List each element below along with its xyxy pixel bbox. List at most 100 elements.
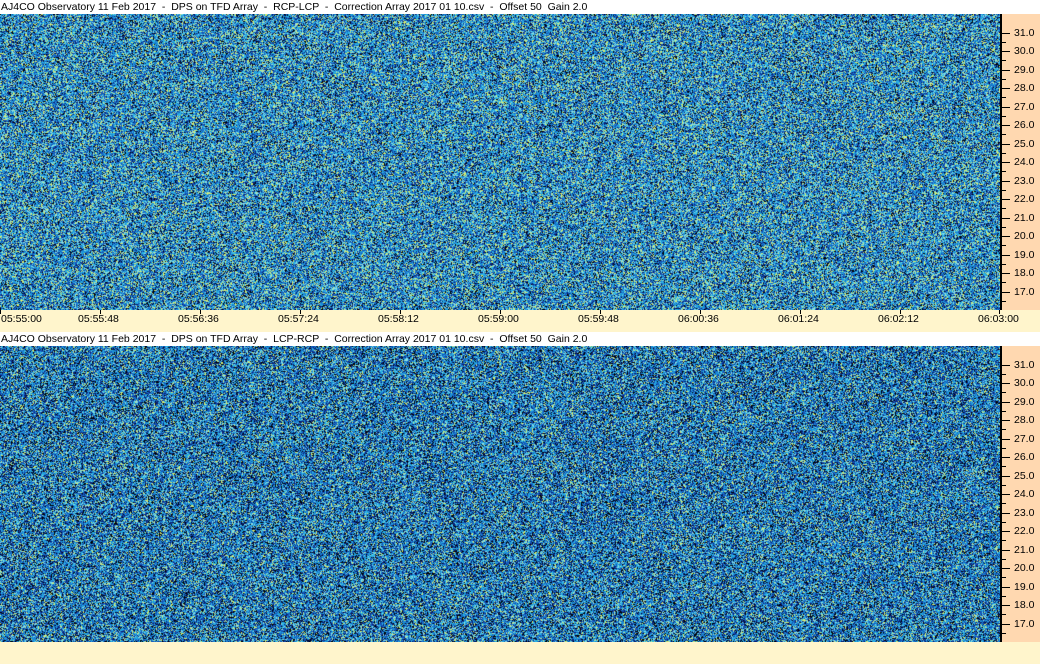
y-tick-label: 20.0 xyxy=(1014,230,1035,242)
y-minor-tick xyxy=(1002,558,1006,560)
y-tick-mark xyxy=(1002,438,1010,440)
y-tick-label: 19.0 xyxy=(1014,248,1035,261)
y-tick-mark xyxy=(1002,457,1010,458)
y-tick-label: 31.0 xyxy=(1014,358,1035,371)
y-tick-label: 28.0 xyxy=(1014,414,1035,426)
y-minor-tick xyxy=(1002,263,1006,265)
y-tick-mark xyxy=(1002,199,1010,200)
y-tick-label: 29.0 xyxy=(1014,63,1035,76)
y-minor-tick xyxy=(1002,614,1006,616)
y-tick-mark xyxy=(1002,162,1010,163)
x-tick-label: 06:01:24 xyxy=(778,313,819,325)
y-minor-tick xyxy=(1002,392,1006,394)
y-minor-tick xyxy=(1002,134,1006,136)
x-tick-label: 05:56:36 xyxy=(178,313,219,325)
y-minor-tick xyxy=(1002,78,1006,80)
x-tick-label: 06:00:36 xyxy=(678,313,719,325)
y-tick-mark xyxy=(1002,125,1010,126)
y-minor-tick xyxy=(1002,189,1006,191)
y-tick-label: 23.0 xyxy=(1014,174,1035,187)
y-minor-tick xyxy=(1002,447,1006,449)
y-tick-label: 19.0 xyxy=(1014,580,1035,593)
y-minor-tick xyxy=(1002,521,1006,523)
y-tick-label: 28.0 xyxy=(1014,82,1035,94)
y-tick-label: 27.0 xyxy=(1014,432,1035,445)
y-minor-tick xyxy=(1002,245,1006,247)
y-minor-tick xyxy=(1002,632,1006,634)
y-tick-mark xyxy=(1002,88,1010,89)
y-minor-tick xyxy=(1002,466,1006,468)
y-tick-mark xyxy=(1002,180,1010,182)
y-tick-label: 23.0 xyxy=(1014,506,1035,519)
x-tick-label: 05:59:48 xyxy=(578,313,619,325)
y-tick-mark xyxy=(1002,401,1010,403)
y-tick-label: 30.0 xyxy=(1014,45,1035,57)
y-tick-mark xyxy=(1002,291,1010,293)
y-tick-mark xyxy=(1002,586,1010,588)
x-tick-label: 05:55:00 xyxy=(1,313,42,325)
y-tick-label: 27.0 xyxy=(1014,100,1035,113)
spectrogram-rcp-lcp[interactable] xyxy=(0,14,1000,310)
y-minor-tick xyxy=(1002,41,1006,43)
y-minor-tick xyxy=(1002,208,1006,210)
y-tick-label: 22.0 xyxy=(1014,525,1035,537)
y-tick-mark xyxy=(1002,549,1010,551)
y-tick-label: 24.0 xyxy=(1014,488,1035,500)
y-tick-label: 21.0 xyxy=(1014,543,1035,556)
y-tick-mark xyxy=(1002,475,1010,477)
y-axis-1: 31.0 30.0 29.0 28.0 27.0 26.0 25.0 24.0 23.0 22.0… xyxy=(1000,14,1040,310)
y-minor-tick xyxy=(1002,577,1006,579)
y-minor-tick xyxy=(1002,152,1006,154)
y-minor-tick xyxy=(1002,503,1006,505)
y-tick-mark xyxy=(1002,364,1010,366)
x-tick-label: 05:55:48 xyxy=(78,313,119,325)
x-tick-label: 05:58:12 xyxy=(378,313,419,325)
y-tick-label: 29.0 xyxy=(1014,395,1035,408)
y-tick-mark xyxy=(1002,512,1010,514)
y-minor-tick xyxy=(1002,300,1006,302)
y-tick-mark xyxy=(1002,605,1010,606)
y-tick-mark xyxy=(1002,383,1010,384)
y-minor-tick xyxy=(1002,60,1006,62)
y-axis-2: 31.0 30.0 29.0 28.0 27.0 26.0 25.0 24.0 23.0 22.0… xyxy=(1000,346,1040,642)
y-minor-tick xyxy=(1002,429,1006,431)
y-minor-tick xyxy=(1002,115,1006,117)
y-minor-tick xyxy=(1002,410,1006,412)
x-tick-label: 05:59:00 xyxy=(478,313,519,325)
y-tick-label: 26.0 xyxy=(1014,451,1035,463)
y-tick-label: 30.0 xyxy=(1014,377,1035,389)
x-axis-time: 05:55:00 05:55:48 05:56:36 05:57:24 05:58:12… xyxy=(0,310,1040,328)
x-tick-label: 05:57:24 xyxy=(278,313,319,325)
y-tick-label: 18.0 xyxy=(1014,599,1035,611)
y-tick-mark xyxy=(1002,236,1010,237)
y-minor-tick xyxy=(1002,484,1006,486)
y-tick-label: 22.0 xyxy=(1014,193,1035,205)
y-minor-tick xyxy=(1002,226,1006,228)
y-minor-tick xyxy=(1002,540,1006,542)
y-minor-tick xyxy=(1002,595,1006,597)
y-tick-mark xyxy=(1002,143,1010,145)
y-tick-mark xyxy=(1002,494,1010,495)
y-tick-mark xyxy=(1002,51,1010,52)
y-tick-label: 25.0 xyxy=(1014,469,1035,482)
y-tick-mark xyxy=(1002,32,1010,34)
y-minor-tick xyxy=(1002,282,1006,284)
y-tick-mark xyxy=(1002,420,1010,421)
y-tick-mark xyxy=(1002,254,1010,256)
x-tick-label: 06:03:00 xyxy=(978,313,1019,325)
x-tick-label: 06:02:12 xyxy=(878,313,919,325)
y-tick-label: 21.0 xyxy=(1014,211,1035,224)
y-tick-mark xyxy=(1002,273,1010,274)
y-tick-label: 25.0 xyxy=(1014,137,1035,150)
spectrogram-lcp-rcp[interactable] xyxy=(0,346,1000,642)
y-minor-tick xyxy=(1002,171,1006,173)
y-tick-mark xyxy=(1002,623,1010,625)
y-minor-tick xyxy=(1002,373,1006,375)
chart-title-2: AJ4CO Observatory 11 Feb 2017 - DPS on T… xyxy=(0,332,1040,346)
y-minor-tick xyxy=(1002,97,1006,99)
y-tick-label: 20.0 xyxy=(1014,562,1035,574)
y-tick-label: 17.0 xyxy=(1014,285,1035,298)
y-tick-mark xyxy=(1002,217,1010,219)
y-tick-label: 31.0 xyxy=(1014,26,1035,39)
y-tick-label: 17.0 xyxy=(1014,617,1035,630)
